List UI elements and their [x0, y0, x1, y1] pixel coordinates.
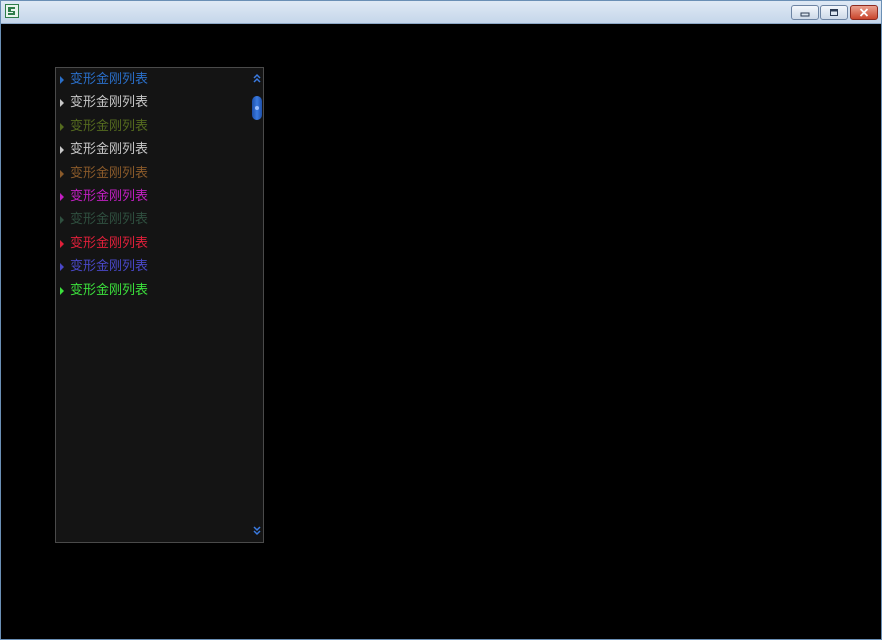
triangle-bullet-icon [60, 239, 64, 248]
list-item-label: 变形金刚列表 [70, 282, 149, 298]
minimize-icon [800, 12, 810, 17]
triangle-bullet-icon [60, 193, 64, 201]
list-item[interactable]: 变形金刚列表 [60, 70, 248, 90]
list-item-label: 变形金刚列表 [70, 212, 149, 228]
list-item[interactable]: 变形金刚列表 [60, 187, 248, 207]
minimize-button[interactable] [791, 5, 819, 20]
title-bar[interactable] [1, 1, 881, 24]
triangle-bullet-icon [60, 122, 64, 131]
app-icon[interactable] [5, 4, 19, 18]
triangle-bullet-icon [60, 286, 64, 295]
list-item[interactable]: 变形金刚列表 [60, 140, 248, 160]
list-item-label: 变形金刚列表 [70, 165, 149, 181]
close-icon [859, 8, 869, 17]
list-item-label: 变形金刚列表 [70, 72, 149, 87]
list-item-label: 变形金刚列表 [70, 259, 149, 275]
double-chevron-down-icon[interactable] [252, 525, 262, 537]
triangle-bullet-icon [60, 146, 64, 155]
list-item-label: 变形金刚列表 [70, 189, 149, 204]
list-item-label: 变形金刚列表 [70, 235, 149, 251]
list-item-label: 变形金刚列表 [70, 142, 149, 158]
list-item[interactable]: 变形金刚列表 [60, 164, 248, 184]
triangle-bullet-icon [60, 76, 64, 84]
list-item-label: 变形金刚列表 [70, 95, 149, 111]
list-item[interactable]: 变形金刚列表 [60, 117, 248, 137]
scrollbar-thumb[interactable] [252, 96, 262, 120]
close-button[interactable] [850, 5, 878, 20]
list-item[interactable]: 变形金刚列表 [60, 93, 248, 113]
transformers-listbox[interactable]: 变形金刚列表 变形金刚列表 变形金刚列表 变形金刚列表 变形金刚列表 变形金刚列表 变形金刚… [55, 67, 264, 543]
triangle-bullet-icon [60, 99, 64, 108]
triangle-bullet-icon [60, 216, 64, 225]
list-item[interactable]: 变形金刚列表 [60, 234, 248, 254]
maximize-button[interactable] [820, 5, 848, 20]
list-item[interactable]: 变形金刚列表 [60, 257, 248, 277]
list-item-label: 变形金刚列表 [70, 118, 149, 134]
list-item[interactable]: 变形金刚列表 [60, 281, 248, 301]
double-chevron-up-icon[interactable] [252, 72, 262, 84]
maximize-icon [830, 9, 838, 16]
app-window: 变形金刚列表 变形金刚列表 变形金刚列表 变形金刚列表 变形金刚列表 变形金刚列表 变形金刚… [0, 0, 882, 640]
triangle-bullet-icon [60, 263, 64, 272]
list-item[interactable]: 变形金刚列表 [60, 210, 248, 230]
triangle-bullet-icon [60, 169, 64, 178]
